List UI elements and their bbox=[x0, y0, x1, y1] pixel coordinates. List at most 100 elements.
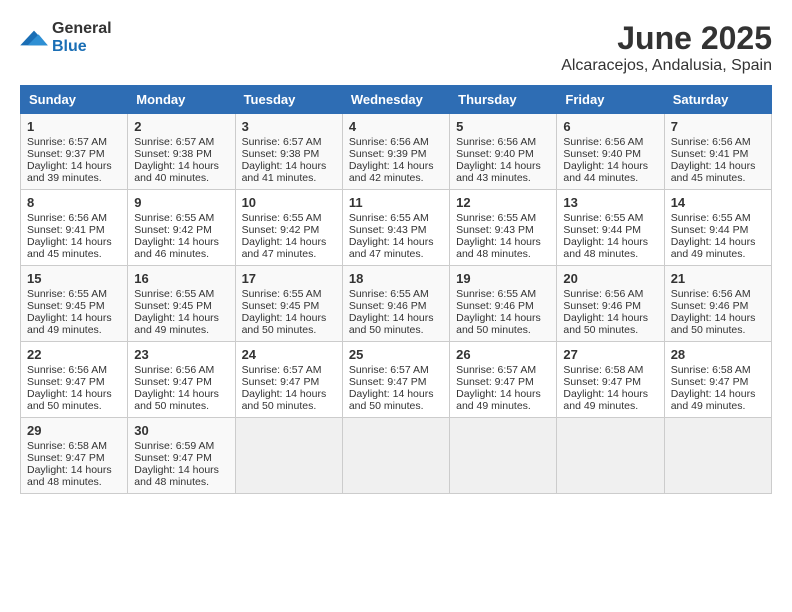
sunset-text: Sunset: 9:45 PM bbox=[27, 300, 105, 312]
sunrise-text: Sunrise: 6:57 AM bbox=[242, 364, 322, 376]
sunrise-text: Sunrise: 6:55 AM bbox=[456, 212, 536, 224]
sunrise-text: Sunrise: 6:56 AM bbox=[27, 212, 107, 224]
sunset-text: Sunset: 9:47 PM bbox=[134, 376, 212, 388]
col-saturday: Saturday bbox=[664, 86, 771, 114]
sunrise-text: Sunrise: 6:56 AM bbox=[563, 288, 643, 300]
table-row: 13Sunrise: 6:55 AMSunset: 9:44 PMDayligh… bbox=[557, 190, 664, 266]
sunset-text: Sunset: 9:47 PM bbox=[671, 376, 749, 388]
sunrise-text: Sunrise: 6:57 AM bbox=[349, 364, 429, 376]
table-row bbox=[342, 418, 449, 494]
day-number: 27 bbox=[563, 347, 657, 362]
table-row: 12 Sunrise: 6:55 AMSunset: 9:43 PMDayligh… bbox=[450, 190, 557, 266]
sunrise-text: Sunrise: 6:59 AM bbox=[134, 440, 214, 452]
sunrise-text: Sunrise: 6:58 AM bbox=[27, 440, 107, 452]
daylight-text: Daylight: 14 hours and 45 minutes. bbox=[27, 236, 112, 260]
col-friday: Friday bbox=[557, 86, 664, 114]
day-number: 9 bbox=[134, 195, 228, 210]
day-number: 22 bbox=[27, 347, 121, 362]
table-row bbox=[557, 418, 664, 494]
sunset-text: Sunset: 9:41 PM bbox=[671, 148, 749, 160]
day-number: 11 bbox=[349, 195, 443, 210]
table-row bbox=[235, 418, 342, 494]
table-row: 26Sunrise: 6:57 AMSunset: 9:47 PMDayligh… bbox=[450, 342, 557, 418]
table-row: 7Sunrise: 6:56 AMSunset: 9:41 PMDaylight… bbox=[664, 114, 771, 190]
table-row: 6Sunrise: 6:56 AMSunset: 9:40 PMDaylight… bbox=[557, 114, 664, 190]
daylight-text: Daylight: 14 hours and 50 minutes. bbox=[563, 312, 648, 336]
sunrise-text: Sunrise: 6:55 AM bbox=[242, 212, 322, 224]
sunset-text: Sunset: 9:47 PM bbox=[27, 452, 105, 464]
daylight-text: Daylight: 14 hours and 48 minutes. bbox=[563, 236, 648, 260]
day-number: 5 bbox=[456, 119, 550, 134]
day-number: 20 bbox=[563, 271, 657, 286]
sunset-text: Sunset: 9:43 PM bbox=[456, 224, 534, 236]
table-row: 29Sunrise: 6:58 AMSunset: 9:47 PMDayligh… bbox=[21, 418, 128, 494]
logo-blue: Blue bbox=[52, 38, 87, 55]
sunset-text: Sunset: 9:45 PM bbox=[242, 300, 320, 312]
table-row bbox=[450, 418, 557, 494]
table-row: 9Sunrise: 6:55 AMSunset: 9:42 PMDaylight… bbox=[128, 190, 235, 266]
table-row: 11 Sunrise: 6:55 AMSunset: 9:43 PMDayligh… bbox=[342, 190, 449, 266]
daylight-text: Daylight: 14 hours and 50 minutes. bbox=[671, 312, 756, 336]
table-row: 5 Sunrise: 6:56 AMSunset: 9:40 PMDaylight… bbox=[450, 114, 557, 190]
col-monday: Monday bbox=[128, 86, 235, 114]
day-number: 10 bbox=[242, 195, 336, 210]
calendar-week-row: 29Sunrise: 6:58 AMSunset: 9:47 PMDayligh… bbox=[21, 418, 772, 494]
sunset-text: Sunset: 9:39 PM bbox=[349, 148, 427, 160]
sunset-text: Sunset: 9:45 PM bbox=[134, 300, 212, 312]
table-row: 4Sunrise: 6:56 AMSunset: 9:39 PMDaylight… bbox=[342, 114, 449, 190]
sunrise-text: Sunrise: 6:58 AM bbox=[563, 364, 643, 376]
daylight-text: Daylight: 14 hours and 50 minutes. bbox=[242, 312, 327, 336]
header: General Blue June 2025 Alcaracejos, Anda… bbox=[20, 20, 772, 75]
location-title: Alcaracejos, Andalusia, Spain bbox=[561, 57, 772, 75]
sunrise-text: Sunrise: 6:55 AM bbox=[456, 288, 536, 300]
sunrise-text: Sunrise: 6:56 AM bbox=[456, 136, 536, 148]
sunset-text: Sunset: 9:37 PM bbox=[27, 148, 105, 160]
col-wednesday: Wednesday bbox=[342, 86, 449, 114]
day-number: 16 bbox=[134, 271, 228, 286]
title-area: June 2025 Alcaracejos, Andalusia, Spain bbox=[561, 20, 772, 75]
day-number: 12 bbox=[456, 195, 550, 210]
day-number: 24 bbox=[242, 347, 336, 362]
daylight-text: Daylight: 14 hours and 46 minutes. bbox=[134, 236, 219, 260]
sunset-text: Sunset: 9:46 PM bbox=[456, 300, 534, 312]
sunrise-text: Sunrise: 6:55 AM bbox=[563, 212, 643, 224]
col-tuesday: Tuesday bbox=[235, 86, 342, 114]
col-sunday: Sunday bbox=[21, 86, 128, 114]
daylight-text: Daylight: 14 hours and 48 minutes. bbox=[27, 464, 112, 488]
table-row: 3Sunrise: 6:57 AMSunset: 9:38 PMDaylight… bbox=[235, 114, 342, 190]
table-row bbox=[664, 418, 771, 494]
table-row: 30Sunrise: 6:59 AMSunset: 9:47 PMDayligh… bbox=[128, 418, 235, 494]
daylight-text: Daylight: 14 hours and 47 minutes. bbox=[349, 236, 434, 260]
sunrise-text: Sunrise: 6:57 AM bbox=[242, 136, 322, 148]
sunrise-text: Sunrise: 6:55 AM bbox=[349, 212, 429, 224]
sunset-text: Sunset: 9:47 PM bbox=[27, 376, 105, 388]
daylight-text: Daylight: 14 hours and 48 minutes. bbox=[134, 464, 219, 488]
daylight-text: Daylight: 14 hours and 50 minutes. bbox=[349, 312, 434, 336]
calendar-week-row: 22Sunrise: 6:56 AMSunset: 9:47 PMDayligh… bbox=[21, 342, 772, 418]
sunrise-text: Sunrise: 6:57 AM bbox=[134, 136, 214, 148]
sunrise-text: Sunrise: 6:56 AM bbox=[671, 136, 751, 148]
table-row: 1Sunrise: 6:57 AMSunset: 9:37 PMDaylight… bbox=[21, 114, 128, 190]
daylight-text: Daylight: 14 hours and 44 minutes. bbox=[563, 160, 648, 184]
sunset-text: Sunset: 9:46 PM bbox=[349, 300, 427, 312]
sunset-text: Sunset: 9:47 PM bbox=[242, 376, 320, 388]
logo-icon bbox=[20, 27, 48, 49]
day-number: 23 bbox=[134, 347, 228, 362]
table-row: 21Sunrise: 6:56 AMSunset: 9:46 PMDayligh… bbox=[664, 266, 771, 342]
sunset-text: Sunset: 9:40 PM bbox=[456, 148, 534, 160]
daylight-text: Daylight: 14 hours and 49 minutes. bbox=[671, 236, 756, 260]
table-row: 25Sunrise: 6:57 AMSunset: 9:47 PMDayligh… bbox=[342, 342, 449, 418]
table-row: 10Sunrise: 6:55 AMSunset: 9:42 PMDayligh… bbox=[235, 190, 342, 266]
sunset-text: Sunset: 9:43 PM bbox=[349, 224, 427, 236]
table-row: 20Sunrise: 6:56 AMSunset: 9:46 PMDayligh… bbox=[557, 266, 664, 342]
sunrise-text: Sunrise: 6:55 AM bbox=[134, 288, 214, 300]
day-number: 2 bbox=[134, 119, 228, 134]
table-row: 23Sunrise: 6:56 AMSunset: 9:47 PMDayligh… bbox=[128, 342, 235, 418]
daylight-text: Daylight: 14 hours and 48 minutes. bbox=[456, 236, 541, 260]
sunrise-text: Sunrise: 6:56 AM bbox=[134, 364, 214, 376]
daylight-text: Daylight: 14 hours and 40 minutes. bbox=[134, 160, 219, 184]
table-row: 22Sunrise: 6:56 AMSunset: 9:47 PMDayligh… bbox=[21, 342, 128, 418]
table-row: 24Sunrise: 6:57 AMSunset: 9:47 PMDayligh… bbox=[235, 342, 342, 418]
daylight-text: Daylight: 14 hours and 43 minutes. bbox=[456, 160, 541, 184]
day-number: 15 bbox=[27, 271, 121, 286]
